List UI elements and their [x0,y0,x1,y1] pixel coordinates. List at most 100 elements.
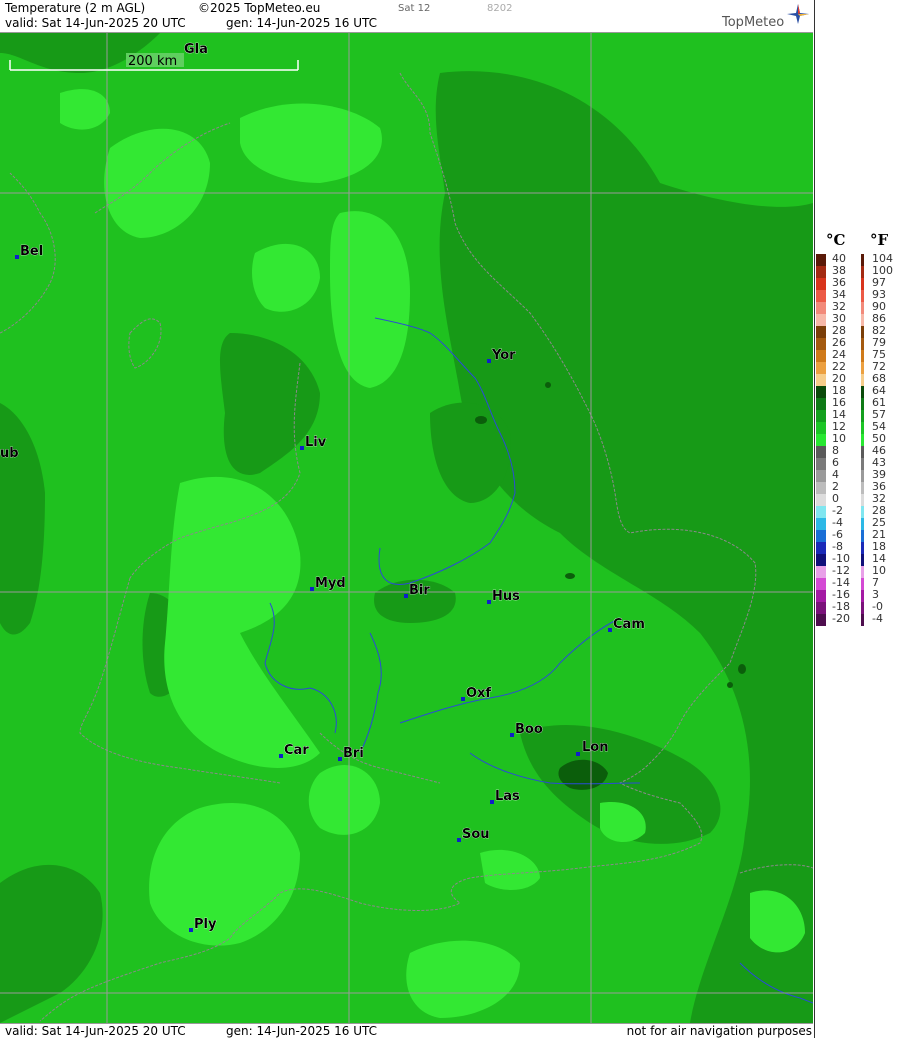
legend-swatch-celsius [816,614,826,626]
legend-swatch-celsius [816,506,826,518]
day-code: Sat 12 [398,3,431,14]
city-label: Sou [462,827,490,842]
legend-swatch-fahrenheit [861,446,864,458]
legend-swatch-celsius [816,458,826,470]
city-label: ub [0,446,19,461]
legend-swatch-celsius [816,602,826,614]
legend-swatch-fahrenheit [861,590,864,602]
city-dot [457,838,461,842]
run-code: 8202 [487,3,513,14]
city-dot [608,628,612,632]
legend-swatch-fahrenheit [861,530,864,542]
city-sou[interactable]: Sou [457,827,490,842]
legend-swatch-celsius [816,590,826,602]
city-label: Ply [194,917,217,932]
temperature-map[interactable]: 200 km Gla Bel Yor Liv ub Myd Bir Hus Ca… [0,33,813,1023]
legend-swatch-fahrenheit [861,266,864,278]
city-cam[interactable]: Cam [608,617,645,632]
legend-swatch-fahrenheit [861,458,864,470]
legend-swatch-fahrenheit [861,470,864,482]
city-dot [15,255,19,259]
city-label: Cam [613,617,645,632]
legend-swatch-celsius [816,326,826,338]
legend-swatch-fahrenheit [861,254,864,266]
legend-swatch-fahrenheit [861,482,864,494]
city-label: Hus [492,589,520,604]
legend-swatch-fahrenheit [861,422,864,434]
legend-swatch-celsius [816,374,826,386]
legend-swatch-fahrenheit [861,374,864,386]
legend-swatch-fahrenheit [861,362,864,374]
footer-valid-time: valid: Sat 14-Jun-2025 20 UTC [5,1024,186,1038]
legend-swatch-celsius [816,566,826,578]
celsius-unit: °C [826,231,846,249]
city-dot [490,800,494,804]
legend-swatch-celsius [816,254,826,266]
legend-swatch-celsius [816,530,826,542]
city-dot [461,697,465,701]
legend-swatch-celsius [816,518,826,530]
generated-time: gen: 14-Jun-2025 16 UTC [226,16,378,30]
city-boo[interactable]: Boo [510,722,543,737]
map-footer: valid: Sat 14-Jun-2025 20 UTC gen: 14-Ju… [0,1023,813,1039]
city-label: Lon [582,740,608,755]
legend-swatch-celsius [816,386,826,398]
legend-swatch-fahrenheit [861,398,864,410]
city-bel[interactable]: Bel [15,244,43,259]
city-label: Bel [20,244,43,259]
legend-swatch-fahrenheit [861,314,864,326]
city-car[interactable]: Car [279,743,310,758]
city-label: Liv [305,435,327,450]
legend-swatch-fahrenheit [861,290,864,302]
city-label: Bri [343,746,364,761]
city-oxf[interactable]: Oxf [461,686,492,701]
city-ply[interactable]: Ply [189,917,217,932]
legend-swatch-fahrenheit [861,566,864,578]
legend-label-celsius: -20 [832,612,850,625]
legend-swatch-fahrenheit [861,506,864,518]
legend-swatch-celsius [816,350,826,362]
map-title: Temperature (2 m AGL) [5,1,146,15]
city-dot [487,600,491,604]
city-ub[interactable]: ub [0,446,19,462]
valid-time: valid: Sat 14-Jun-2025 20 UTC [5,16,186,30]
city-las[interactable]: Las [490,789,520,804]
city-gla[interactable]: Gla [184,42,209,58]
city-dot [279,754,283,758]
city-label: Yor [491,348,516,363]
legend-swatch-fahrenheit [861,302,864,314]
legend-swatch-fahrenheit [861,386,864,398]
legend-swatch-celsius [816,446,826,458]
legend-swatch-fahrenheit [861,410,864,422]
legend-swatch-celsius [816,398,826,410]
legend-swatch-celsius [816,314,826,326]
city-dot [404,594,408,598]
city-dot [510,733,514,737]
city-label: Car [284,743,309,758]
brand-name: TopMeteo [722,15,785,30]
footer-generated-time: gen: 14-Jun-2025 16 UTC [226,1024,378,1038]
city-dot [338,757,342,761]
copyright-text: ©2025 TopMeteo.eu [198,1,321,15]
city-dot [300,446,304,450]
legend-swatch-celsius [816,542,826,554]
legend-swatch-celsius [816,482,826,494]
legend-swatch-fahrenheit [861,338,864,350]
legend-swatch-celsius [816,470,826,482]
brand-logo-icon [787,4,809,24]
city-yor[interactable]: Yor [487,348,516,363]
city-hus[interactable]: Hus [487,589,520,604]
legend-swatch-celsius [816,422,826,434]
city-dot [576,752,580,756]
legend-swatch-celsius [816,278,826,290]
legend-swatch-fahrenheit [861,614,864,626]
legend-label-fahrenheit: -4 [872,612,883,625]
legend-swatch-celsius [816,554,826,566]
city-label: Bir [409,583,430,598]
city-myd[interactable]: Myd [310,576,346,591]
map-header: Temperature (2 m AGL) ©2025 TopMeteo.eu … [0,0,813,33]
city-dot [189,928,193,932]
legend-swatch-celsius [816,266,826,278]
legend-swatch-fahrenheit [861,434,864,446]
city-label: Myd [315,576,346,591]
